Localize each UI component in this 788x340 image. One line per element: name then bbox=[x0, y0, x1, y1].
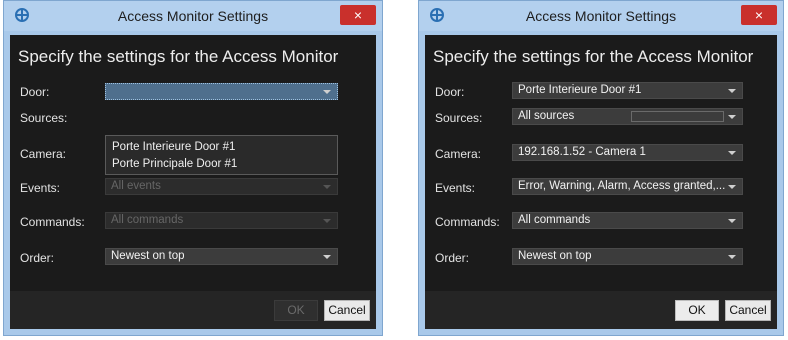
events-label: Events: bbox=[20, 181, 61, 195]
door-dropdown-list: Porte Interieure Door #1 Porte Principal… bbox=[105, 135, 338, 175]
dialog-footer: OK Cancel bbox=[10, 291, 376, 329]
dialog-heading: Specify the settings for the Access Moni… bbox=[433, 47, 754, 66]
order-combo[interactable]: Newest on top bbox=[105, 248, 338, 265]
chevron-down-icon bbox=[323, 90, 331, 94]
chevron-down-icon bbox=[728, 151, 736, 155]
title-bar: Access Monitor Settings × bbox=[4, 1, 382, 31]
camera-label: Camera: bbox=[435, 147, 482, 161]
ok-button[interactable]: OK bbox=[274, 300, 318, 321]
title-bar: Access Monitor Settings × bbox=[419, 1, 783, 31]
close-icon: × bbox=[353, 7, 363, 23]
commands-combo[interactable]: All commands bbox=[512, 212, 743, 229]
door-label: Door: bbox=[20, 85, 50, 99]
dialog-body: Specify the settings for the Access Moni… bbox=[425, 35, 777, 329]
events-combo-value: Error, Warning, Alarm, Access granted,..… bbox=[518, 180, 726, 192]
events-label: Events: bbox=[435, 181, 476, 195]
window-title: Access Monitor Settings bbox=[525, 8, 677, 24]
commands-label: Commands: bbox=[20, 215, 85, 229]
chevron-down-icon bbox=[323, 255, 331, 259]
order-combo-value: Newest on top bbox=[518, 250, 592, 262]
chevron-down-icon bbox=[728, 185, 736, 189]
commands-combo-value: All commands bbox=[518, 214, 591, 226]
events-combo-value: All events bbox=[111, 180, 161, 192]
camera-combo-value: 192.168.1.52 - Camera 1 bbox=[518, 146, 646, 158]
dialog-footer: OK Cancel bbox=[425, 291, 777, 329]
access-monitor-settings-dialog-right: Access Monitor Settings × Specify the se… bbox=[418, 0, 784, 336]
cancel-button[interactable]: Cancel bbox=[324, 300, 370, 321]
dialog-heading: Specify the settings for the Access Moni… bbox=[18, 47, 339, 66]
dialog-body: Specify the settings for the Access Moni… bbox=[10, 35, 376, 329]
commands-label: Commands: bbox=[435, 215, 500, 229]
door-combo[interactable] bbox=[105, 83, 338, 100]
dropdown-option[interactable]: Porte Interieure Door #1 bbox=[112, 141, 235, 153]
order-label: Order: bbox=[20, 251, 55, 265]
order-label: Order: bbox=[435, 251, 470, 265]
window-title: Access Monitor Settings bbox=[117, 8, 269, 24]
events-combo[interactable]: Error, Warning, Alarm, Access granted,..… bbox=[512, 178, 743, 195]
chevron-down-icon bbox=[728, 255, 736, 259]
events-combo[interactable]: All events bbox=[105, 178, 338, 195]
chevron-down-icon bbox=[728, 219, 736, 223]
sources-combo-value: All sources bbox=[518, 110, 575, 122]
camera-combo[interactable]: 192.168.1.52 - Camera 1 bbox=[512, 144, 743, 161]
commands-combo[interactable]: All commands bbox=[105, 212, 338, 229]
order-combo[interactable]: Newest on top bbox=[512, 248, 743, 265]
cancel-button[interactable]: Cancel bbox=[725, 300, 771, 321]
close-icon: × bbox=[754, 7, 764, 23]
dropdown-option[interactable]: Porte Principale Door #1 bbox=[112, 158, 237, 170]
door-combo-value: Porte Interieure Door #1 bbox=[518, 84, 642, 96]
chevron-down-icon bbox=[728, 89, 736, 93]
ok-button[interactable]: OK bbox=[675, 300, 719, 321]
chevron-down-icon bbox=[728, 115, 736, 119]
sources-label: Sources: bbox=[20, 111, 68, 125]
chevron-down-icon bbox=[323, 219, 331, 223]
sources-combo[interactable]: All sources bbox=[512, 108, 743, 125]
close-button[interactable]: × bbox=[340, 5, 376, 25]
door-label: Door: bbox=[435, 85, 465, 99]
order-combo-value: Newest on top bbox=[111, 250, 185, 262]
camera-label: Camera: bbox=[20, 147, 67, 161]
close-button[interactable]: × bbox=[741, 5, 777, 25]
chevron-down-icon bbox=[323, 185, 331, 189]
commands-combo-value: All commands bbox=[111, 214, 184, 226]
access-monitor-settings-dialog-left: Access Monitor Settings × Specify the se… bbox=[3, 0, 383, 336]
door-combo[interactable]: Porte Interieure Door #1 bbox=[512, 82, 743, 99]
sources-label: Sources: bbox=[435, 111, 483, 125]
